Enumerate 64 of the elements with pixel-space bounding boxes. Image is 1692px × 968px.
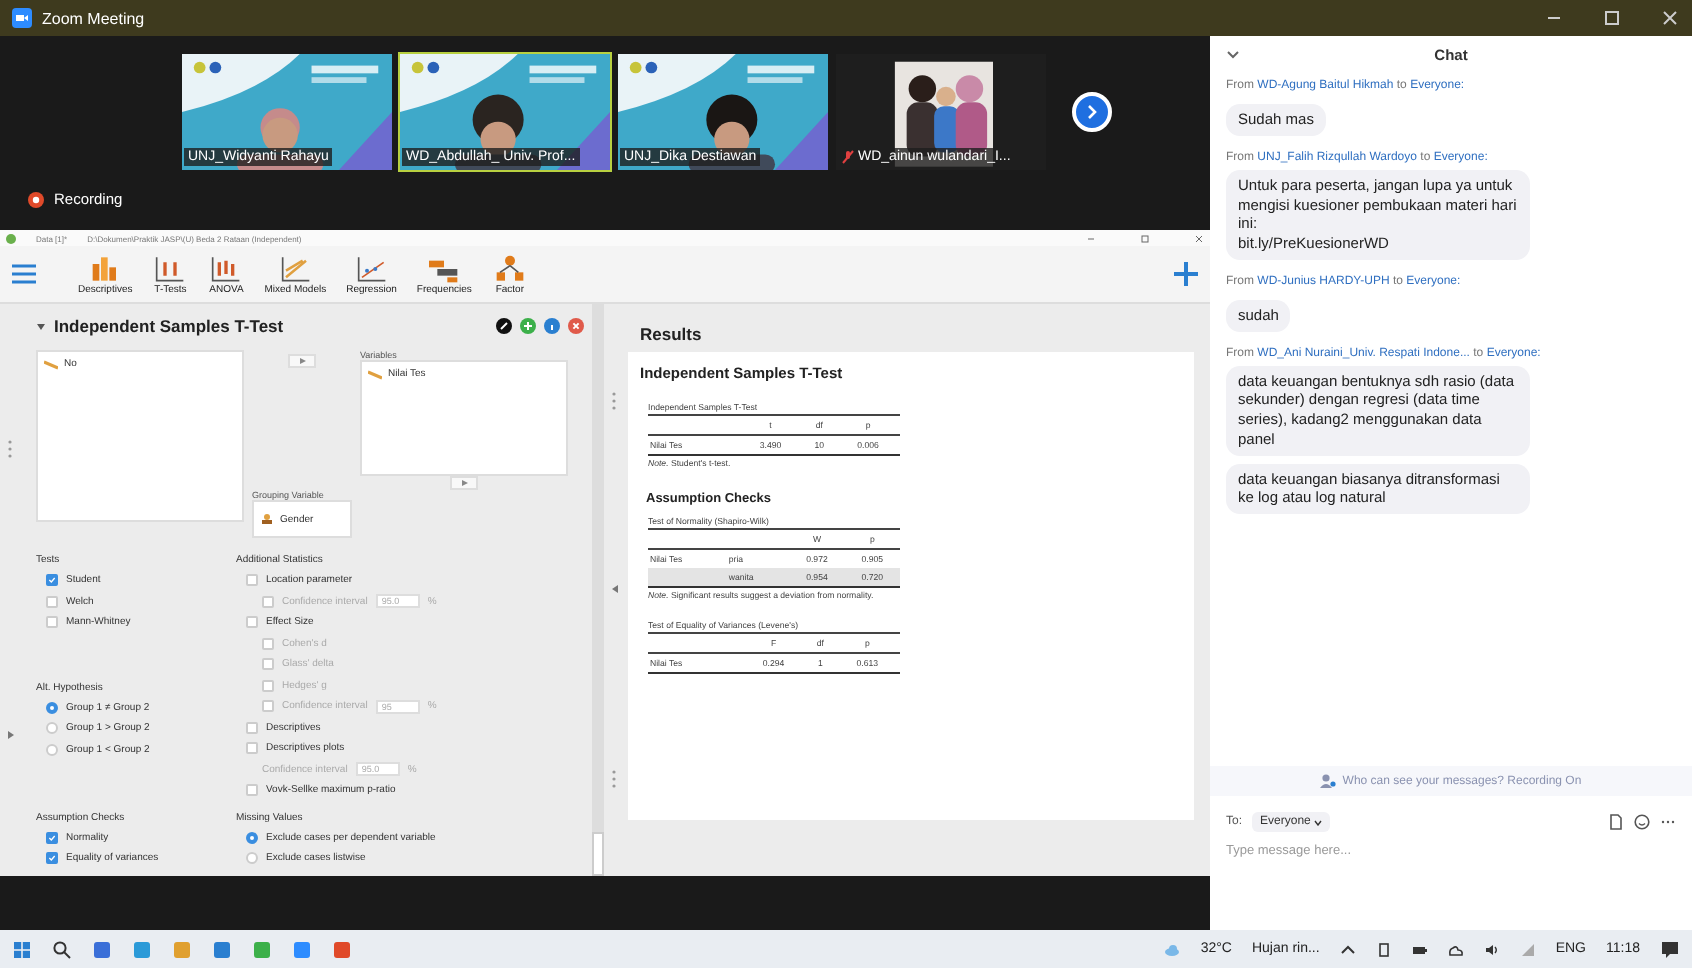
speaker-icon[interactable] bbox=[1483, 941, 1500, 957]
checkbox[interactable] bbox=[46, 616, 58, 629]
add-icon[interactable] bbox=[1174, 262, 1198, 286]
next-page-button[interactable] bbox=[1072, 92, 1112, 132]
search-icon[interactable] bbox=[52, 939, 72, 959]
wifi-icon[interactable] bbox=[1519, 941, 1536, 957]
move-button[interactable] bbox=[288, 354, 316, 368]
checkbox[interactable] bbox=[246, 784, 258, 797]
arrow-right-icon bbox=[461, 480, 467, 486]
edit-icon[interactable] bbox=[496, 318, 512, 334]
collapse-arrow-icon[interactable] bbox=[609, 584, 619, 595]
radio-button[interactable] bbox=[46, 722, 58, 735]
checkbox[interactable] bbox=[246, 721, 258, 734]
checkbox[interactable] bbox=[246, 574, 258, 587]
battery-icon[interactable] bbox=[1411, 941, 1428, 957]
chevron-icon[interactable] bbox=[1226, 49, 1240, 59]
person-icon bbox=[1320, 774, 1337, 788]
duplicate-icon[interactable] bbox=[520, 318, 536, 334]
chart-icon bbox=[491, 253, 528, 283]
chart-icon bbox=[152, 253, 189, 283]
window-title: Zoom Meeting bbox=[42, 9, 147, 27]
radio-button[interactable] bbox=[246, 852, 258, 865]
menu-icon[interactable] bbox=[12, 264, 36, 284]
close-icon[interactable] bbox=[568, 318, 584, 334]
close-icon[interactable] bbox=[1194, 233, 1204, 243]
collapse-arrow-icon[interactable] bbox=[36, 321, 46, 331]
chevron-up-icon[interactable] bbox=[1339, 941, 1356, 957]
app-icon bbox=[6, 233, 16, 243]
results-heading: Results bbox=[638, 322, 704, 348]
drag-handle-icon[interactable] bbox=[612, 391, 616, 410]
emoji-icon[interactable] bbox=[1634, 814, 1650, 830]
drag-handle-icon[interactable] bbox=[8, 440, 12, 458]
nominal-icon bbox=[260, 514, 274, 524]
analysis-title: Independent Samples T-Test bbox=[54, 316, 286, 336]
file-icon[interactable] bbox=[1608, 814, 1624, 830]
cloud-icon bbox=[1164, 941, 1181, 957]
checkbox[interactable] bbox=[46, 831, 58, 844]
chart-icon bbox=[208, 253, 245, 283]
checkbox[interactable] bbox=[46, 574, 58, 587]
ruler-icon bbox=[44, 359, 58, 369]
arrow-right-icon bbox=[299, 358, 305, 364]
chart-icon bbox=[353, 253, 390, 283]
notification-icon[interactable] bbox=[1660, 939, 1680, 959]
caret-icon bbox=[1314, 819, 1323, 825]
checkbox[interactable] bbox=[46, 852, 58, 865]
drag-handle-icon[interactable] bbox=[612, 770, 616, 789]
chevron-right-icon bbox=[1086, 104, 1098, 120]
checkbox[interactable] bbox=[46, 595, 58, 608]
record-icon bbox=[28, 191, 44, 207]
scrollbar-thumb[interactable] bbox=[592, 832, 604, 876]
ruler-icon bbox=[368, 369, 382, 379]
maximize-icon[interactable] bbox=[1140, 233, 1150, 243]
move-button[interactable] bbox=[450, 476, 478, 490]
expand-arrow-icon[interactable] bbox=[5, 730, 15, 740]
checkbox[interactable] bbox=[246, 742, 258, 755]
cloud-icon[interactable] bbox=[1447, 941, 1464, 957]
radio-button[interactable] bbox=[46, 701, 58, 714]
windows-icon[interactable] bbox=[12, 939, 32, 959]
radio-button[interactable] bbox=[46, 743, 58, 756]
info-icon[interactable] bbox=[544, 318, 560, 334]
camera-icon bbox=[12, 8, 32, 28]
chart-icon bbox=[277, 253, 314, 283]
checkbox[interactable] bbox=[246, 616, 258, 629]
radio-button[interactable] bbox=[246, 831, 258, 844]
